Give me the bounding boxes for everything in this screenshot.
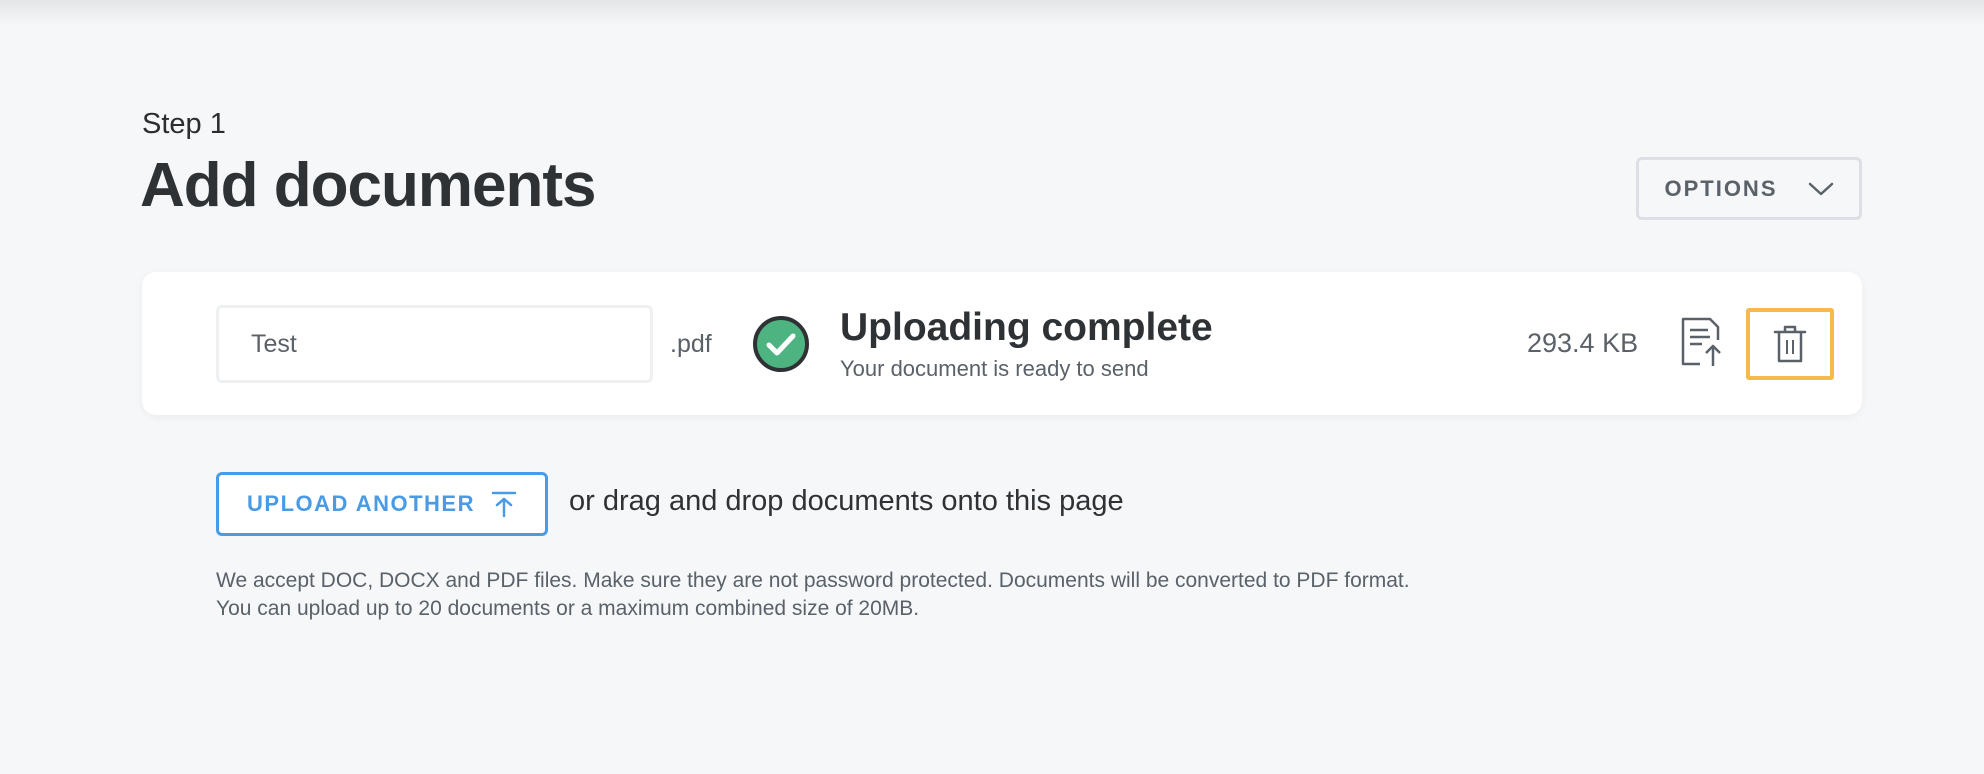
delete-button[interactable] xyxy=(1746,308,1834,380)
page-title: Add documents xyxy=(140,151,596,220)
upload-status-title: Uploading complete xyxy=(840,306,1213,349)
arrow-up-icon xyxy=(491,491,517,518)
file-extension: .pdf xyxy=(670,330,712,358)
file-requirements-text: We accept DOC, DOCX and PDF files. Make … xyxy=(216,569,1410,592)
check-circle-icon xyxy=(753,316,809,372)
step-label: Step 1 xyxy=(142,108,226,140)
upload-status-subtitle: Your document is ready to send xyxy=(840,356,1149,381)
drag-drop-hint: or drag and drop documents onto this pag… xyxy=(569,485,1124,517)
document-name-input[interactable] xyxy=(216,305,653,383)
file-limits-text: You can upload up to 20 documents or a m… xyxy=(216,597,920,620)
upload-another-button[interactable]: UPLOAD ANOTHER xyxy=(216,472,548,536)
options-label: OPTIONS xyxy=(1664,175,1778,201)
document-card: .pdf Uploading complete Your document is… xyxy=(142,272,1862,415)
chevron-down-icon xyxy=(1808,182,1833,195)
upload-another-label: UPLOAD ANOTHER xyxy=(247,491,475,516)
document-upload-icon[interactable] xyxy=(1680,316,1726,368)
file-size: 293.4 KB xyxy=(1527,328,1639,358)
trash-icon xyxy=(1773,325,1807,363)
options-button[interactable]: OPTIONS xyxy=(1636,157,1862,220)
top-shadow xyxy=(0,0,1984,26)
